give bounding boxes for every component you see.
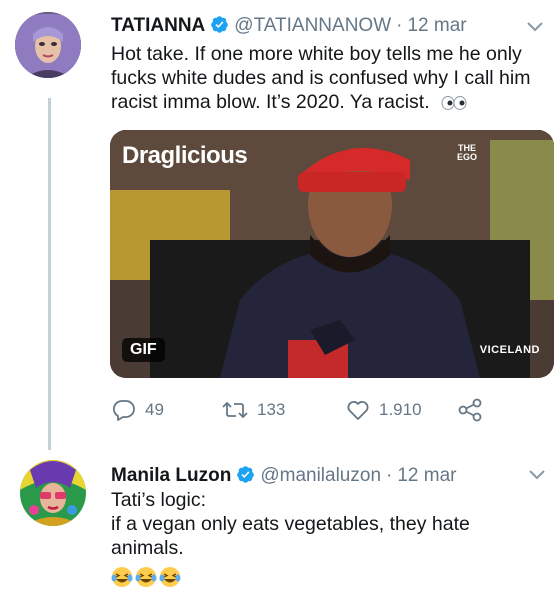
laughing-tears-emoji-icon	[159, 567, 181, 587]
tweet-text: Tati’s logic: if a vegan only eats veget…	[111, 488, 470, 560]
tweet-text-line: animals.	[111, 537, 184, 559]
tweet-text-line: fucks white dudes and is confused why I …	[111, 67, 531, 89]
eyes-emoji-icon	[441, 95, 467, 110]
laughing-tears-emoji-icon	[135, 567, 157, 587]
timestamp[interactable]: 12 mar	[407, 15, 466, 37]
separator-dot: ·	[396, 15, 403, 36]
share-button[interactable]	[458, 398, 493, 422]
share-icon	[458, 398, 482, 422]
gif-media[interactable]: Draglicious THE EGO GIF VICELAND	[110, 130, 554, 378]
reply-count: 49	[145, 400, 164, 419]
tweet-manila-luzon[interactable]: Manila Luzon @manilaluzon · 12 mar Tati’…	[0, 440, 560, 600]
thread-connector-line	[48, 98, 51, 450]
tweet-text-line: if a vegan only eats vegetables, they ha…	[111, 513, 470, 535]
tweet-text-line: Hot take. If one more white boy tells me…	[111, 43, 522, 65]
chevron-down-icon[interactable]	[525, 20, 545, 34]
verified-badge-icon	[237, 466, 255, 483]
emoji-row	[111, 566, 183, 588]
tweet-actions: 49 133 1.910	[112, 398, 493, 422]
laughing-tears-emoji-icon	[111, 567, 133, 587]
avatar[interactable]	[20, 460, 86, 526]
retweet-count: 133	[257, 400, 286, 419]
separator-dot: ·	[386, 465, 393, 486]
tweet-header: Manila Luzon @manilaluzon · 12 mar	[111, 462, 456, 487]
viceland-watermark: VICELAND	[479, 344, 540, 356]
gif-badge: GIF	[122, 338, 165, 362]
tweet-text: Hot take. If one more white boy tells me…	[111, 42, 530, 114]
avatar[interactable]	[15, 12, 81, 78]
avatar-drag-colorful-icon	[20, 460, 86, 526]
gif-brand-logo: Draglicious	[122, 142, 248, 169]
cap-text: THE EGO	[456, 143, 477, 162]
tweet-header: TATIANNA @TATIANNANOW · 12 mar	[111, 12, 467, 37]
tweet-tatianna[interactable]: TATIANNA @TATIANNANOW · 12 mar Hot take.…	[0, 0, 560, 440]
reply-button[interactable]: 49	[112, 399, 222, 421]
retweet-icon	[222, 401, 248, 419]
tweet-text-line: racist imma blow. It’s 2020. Ya racist.	[111, 90, 530, 114]
handle[interactable]: @manilaluzon	[260, 465, 381, 487]
tweet-text-line: Tati’s logic:	[111, 489, 207, 511]
avatar-purple-hair-icon	[15, 12, 81, 78]
like-count: 1.910	[379, 400, 422, 419]
tweet-text-segment: racist imma blow. It’s 2020. Ya racist.	[111, 91, 430, 113]
reply-icon	[112, 400, 135, 421]
timestamp[interactable]: 12 mar	[397, 465, 456, 487]
chevron-down-icon[interactable]	[527, 468, 547, 482]
verified-badge-icon	[211, 16, 229, 33]
retweet-button[interactable]: 133	[222, 399, 346, 421]
display-name[interactable]: TATIANNA	[111, 15, 205, 37]
heart-icon	[347, 401, 369, 420]
handle[interactable]: @TATIANNANOW	[234, 15, 391, 37]
like-button[interactable]: 1.910	[346, 399, 458, 421]
display-name[interactable]: Manila Luzon	[111, 465, 231, 487]
